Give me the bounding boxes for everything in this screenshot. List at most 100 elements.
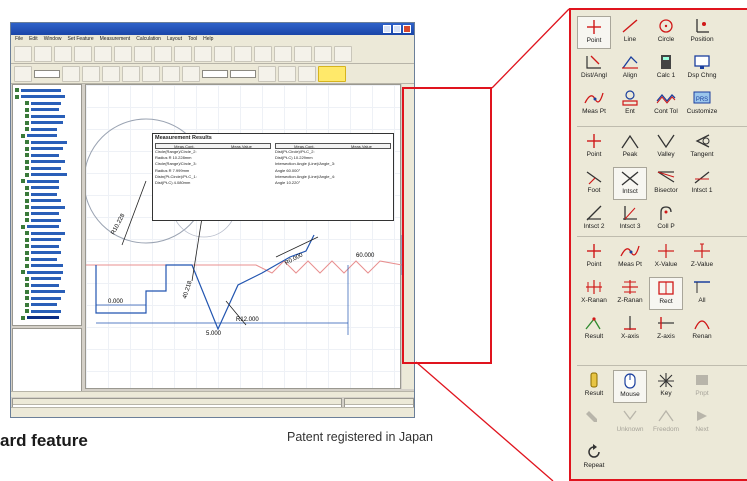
palette-input-blank-button[interactable] (577, 406, 611, 439)
palette-element-dist-angl-button[interactable]: Dist/Angl (577, 52, 611, 85)
print-button[interactable] (74, 45, 92, 62)
palette-set-z-axis-button[interactable]: Z-axis (649, 313, 683, 346)
tool-button-c[interactable] (254, 45, 272, 62)
palette-element-position-button[interactable]: Position (685, 16, 719, 49)
palette-point-intsct-button[interactable]: Intsct (613, 167, 647, 200)
tree-item[interactable] (15, 315, 79, 322)
palette-button-label: Intsct 2 (583, 223, 605, 230)
palette-input-mouse-button[interactable]: Mouse (613, 370, 647, 403)
highlight-button[interactable] (318, 65, 346, 82)
z-scale-field[interactable] (230, 69, 256, 78)
zoom-button-a[interactable] (258, 65, 276, 82)
profile-button[interactable] (174, 45, 192, 62)
palette-element-point-button[interactable]: Point (577, 16, 611, 49)
palette-element-calc-1-button[interactable]: Calc 1 (649, 52, 683, 85)
palette-point-intsct-2-button[interactable]: Intsct 2 (577, 203, 611, 236)
palette-set-point-button[interactable]: Point (577, 241, 611, 274)
menu-item[interactable]: Tool (188, 35, 197, 44)
palette-input-key-button[interactable]: Key (649, 370, 683, 403)
nav-button-c[interactable] (102, 65, 120, 82)
palette-element-customize-button[interactable]: PRS Customize (685, 88, 719, 121)
palette-element-ent-button[interactable]: Ent (613, 88, 647, 121)
open-file-button[interactable] (34, 45, 52, 62)
palette-element-line-button[interactable]: Line (613, 16, 647, 49)
menu-item[interactable]: File (15, 35, 23, 44)
palette-point-point-button[interactable]: Point (577, 131, 611, 164)
palette-input-next-button[interactable]: Next (685, 406, 719, 439)
menu-item[interactable]: Help (203, 35, 213, 44)
graph-button[interactable] (194, 45, 212, 62)
palette-set-z-value-button[interactable]: Z-Value (685, 241, 719, 274)
tool-button-f[interactable] (314, 45, 332, 62)
window-select-field[interactable] (34, 69, 60, 78)
palette-element-align-button[interactable]: Align (613, 52, 647, 85)
tree-node-icon (25, 302, 29, 307)
shape-button[interactable] (182, 65, 200, 82)
tool-button-b[interactable] (234, 45, 252, 62)
maximize-icon[interactable] (393, 25, 401, 33)
palette-element-cont-tol-button[interactable]: Cont Tol (649, 88, 683, 121)
undo-button[interactable] (94, 45, 112, 62)
x-scale-field[interactable] (202, 69, 228, 78)
menu-item[interactable]: Layout (167, 35, 182, 44)
header-content: Meas.Cont. (294, 144, 315, 149)
new-file-button[interactable] (14, 45, 32, 62)
next-icon (690, 406, 714, 426)
menu-item[interactable]: Set Feature (67, 35, 93, 44)
palette-set-all-button[interactable]: All (685, 277, 719, 310)
palette-set-renan-button[interactable]: Renan (685, 313, 719, 346)
palette-input-repeat-button[interactable]: Repeat (577, 442, 611, 475)
palette-point-valley-button[interactable]: Valley (649, 131, 683, 164)
tool-button-e[interactable] (294, 45, 312, 62)
measure-button[interactable] (134, 45, 152, 62)
tracking-button[interactable] (162, 65, 180, 82)
save-button[interactable] (54, 45, 72, 62)
measurement-tree[interactable] (12, 84, 82, 326)
tool-button-g[interactable] (334, 45, 352, 62)
tree-node-icon (21, 224, 25, 229)
palette-button-label: Tangent (690, 151, 714, 158)
palette-set-z-ranan-button[interactable]: Z-Ranan (613, 277, 647, 310)
palette-point-foot-button[interactable]: Foot (577, 167, 611, 200)
tree-node-label (31, 251, 61, 255)
nav-button-d[interactable] (122, 65, 140, 82)
palette-input-result-button[interactable]: Result (577, 370, 611, 403)
palette-set-result-button[interactable]: Result (577, 313, 611, 346)
palette-button-label: Valley (657, 151, 675, 158)
zoom-button-c[interactable] (298, 65, 316, 82)
tool-button-a[interactable] (214, 45, 232, 62)
tool-button-d[interactable] (274, 45, 292, 62)
nav-button-a[interactable] (62, 65, 80, 82)
palette-element-dsp-chng-button[interactable]: Dsp Chng (685, 52, 719, 85)
tree-node-label (31, 192, 57, 196)
layout-button[interactable] (154, 45, 172, 62)
palette-point-intsct-1-button[interactable]: Intsct 1 (685, 167, 719, 200)
nav-button-b[interactable] (82, 65, 100, 82)
palette-point-intsct-3-button[interactable]: Intsct 3 (613, 203, 647, 236)
palette-input-freedom-button[interactable]: Freedom (649, 406, 683, 439)
palette-element-meas-pt-button[interactable]: Meas Pt (577, 88, 611, 121)
menu-item[interactable]: Calculation (136, 35, 161, 44)
palette-set-rect-button[interactable]: Rect (649, 277, 683, 310)
close-icon[interactable] (403, 25, 411, 33)
scale-button[interactable] (142, 65, 160, 82)
palette-input-unknown-button[interactable]: Unknown (613, 406, 647, 439)
palette-point-coll-p-button[interactable]: Coll P (649, 203, 683, 236)
palette-point-tangent-button[interactable]: Tangent (685, 131, 719, 164)
cursor-button[interactable] (14, 65, 32, 82)
menu-item[interactable]: Measurement (100, 35, 131, 44)
palette-set-x-axis-button[interactable]: X-axis (613, 313, 647, 346)
palette-set-x-ranan-button[interactable]: X-Ranan (577, 277, 611, 310)
palette-set-x-value-button[interactable]: X-Value (649, 241, 683, 274)
redo-button[interactable] (114, 45, 132, 62)
palette-point-bisector-button[interactable]: Bisector (649, 167, 683, 200)
palette-point-peak-button[interactable]: Peak (613, 131, 647, 164)
palette-element-circle-button[interactable]: Circle (649, 16, 683, 49)
zoom-button-b[interactable] (278, 65, 296, 82)
menu-item[interactable]: Window (44, 35, 62, 44)
menu-item[interactable]: Edit (29, 35, 38, 44)
palette-input-pnpt-button[interactable]: Pnpt (685, 370, 719, 403)
minimize-icon[interactable] (383, 25, 391, 33)
graphics-canvas[interactable]: Measurement Results Meas.Cont. Meas.Valu… (85, 84, 402, 389)
palette-set-meas-pt-button[interactable]: Meas Pt (613, 241, 647, 274)
